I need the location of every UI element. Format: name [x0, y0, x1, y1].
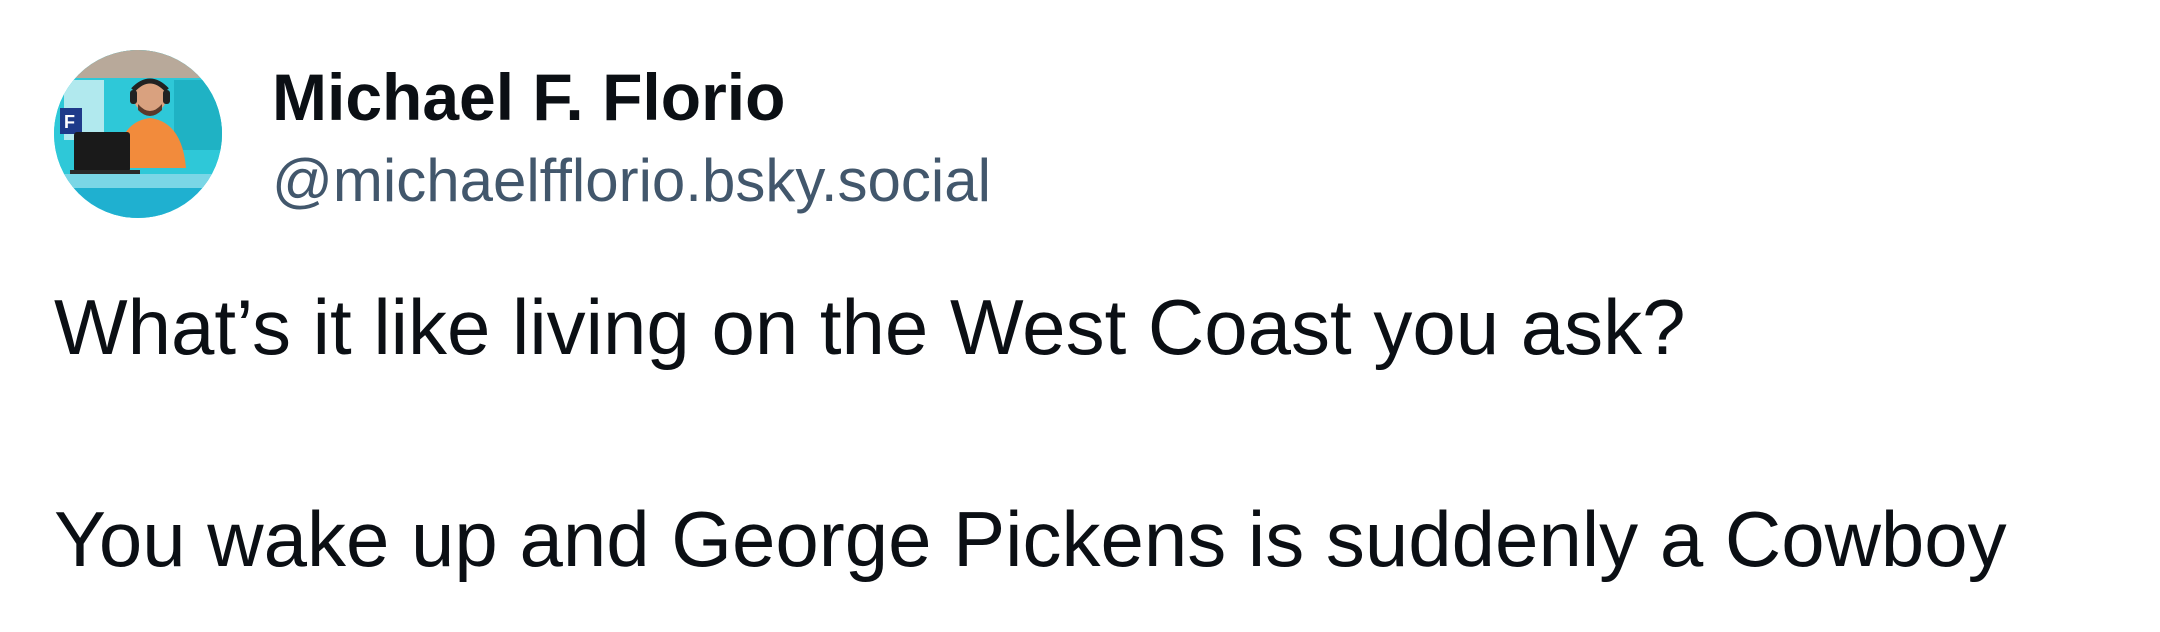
avatar-photo-icon: F — [54, 50, 222, 218]
post-card[interactable]: F Michael F. Florio @michaelfflorio.bsky… — [0, 0, 2160, 632]
post-text-line: What’s it like living on the West Coast … — [54, 283, 1686, 371]
author-display-name[interactable]: Michael F. Florio — [272, 58, 785, 136]
author-handle[interactable]: @michaelfflorio.bsky.social — [272, 145, 991, 217]
author-avatar[interactable]: F — [54, 50, 222, 218]
post-text-line: You wake up and George Pickens is sudden… — [54, 495, 2007, 583]
svg-text:F: F — [64, 112, 75, 132]
